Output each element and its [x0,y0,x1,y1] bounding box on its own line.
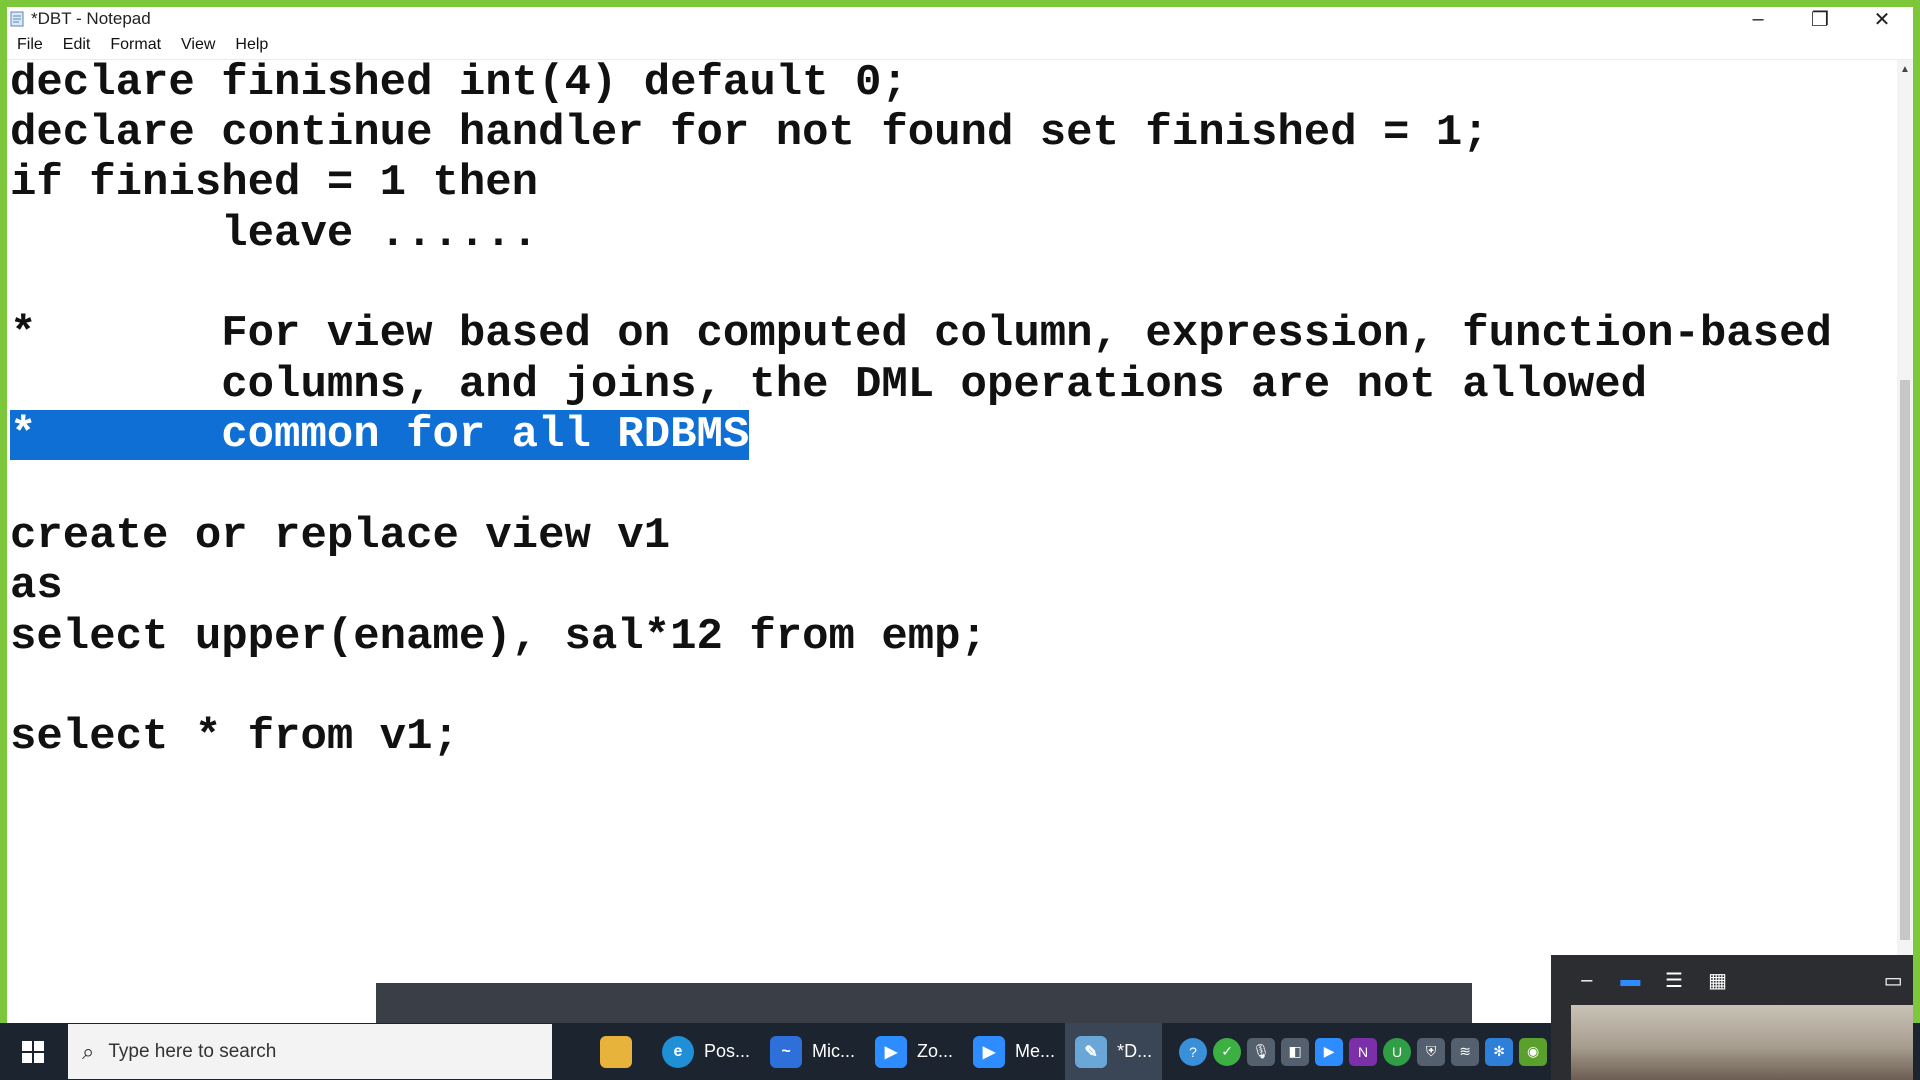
folder-icon [600,1035,632,1068]
editor-line: * For view based on computed column, exp… [10,309,1832,359]
text-editor[interactable]: declare finished int(4) default 0; decla… [7,60,1897,985]
speaker-view-icon[interactable]: ▬ [1611,960,1651,1000]
editor-line: select upper(ename), sal*12 from emp; [10,612,987,662]
start-button[interactable] [0,1023,66,1080]
zoom-tray-icon[interactable]: ▶ [1315,1037,1344,1066]
taskbar-app-zoom-meeting[interactable]: ▶ Me... [963,1023,1065,1080]
search-icon: ⌕ [82,1038,95,1064]
taskbar-app-label: *D... [1117,1041,1153,1061]
taskbar-app-notepad[interactable]: ✎ *D... [1065,1023,1163,1080]
notepad-icon: ✎ [1075,1035,1108,1068]
tag-icon[interactable]: ◧ [1281,1037,1310,1066]
onenote-icon[interactable]: N [1349,1037,1378,1066]
wifi-icon[interactable]: ≋ [1451,1037,1480,1066]
taskbar-file-explorer[interactable] [590,1023,652,1080]
notepad-icon [10,11,24,27]
taskbar-search[interactable]: ⌕ Type here to search [68,1024,552,1079]
video-panel: – ▬ ☰ ▦ ▭ [1551,955,1913,1080]
taskbar-app-label: Me... [1015,1041,1056,1061]
mic-icon[interactable]: 🎙 [1247,1037,1276,1066]
overlay-band [376,983,1472,1023]
taskbar-app-zoom[interactable]: ▶ Zo... [865,1023,963,1080]
snowflake-icon[interactable]: ✻ [1485,1037,1514,1066]
close-button[interactable]: ✕ [1851,7,1913,31]
help-icon[interactable]: ? [1179,1037,1208,1066]
minimize-button[interactable]: – [1727,7,1789,31]
gallery-view-icon[interactable]: ▦ [1698,960,1738,1000]
edge-icon: e [662,1035,694,1068]
search-placeholder: Type here to search [108,1040,277,1062]
strip-view-icon[interactable]: ☰ [1654,960,1694,1000]
menu-file[interactable]: File [7,31,53,59]
minimize-icon[interactable]: – [1567,960,1607,1000]
window-title: *DBT - Notepad [31,9,151,28]
video-feed[interactable] [1571,1005,1913,1080]
shield-icon[interactable]: ⛨ [1417,1037,1446,1066]
check-icon[interactable]: ✓ [1213,1037,1242,1066]
menu-view[interactable]: View [171,31,225,59]
taskbar-app-label: Zo... [917,1041,954,1061]
menu-format[interactable]: Format [100,31,171,59]
taskbar-app-label: Mic... [812,1041,856,1061]
menu-edit[interactable]: Edit [53,31,101,59]
title-bar[interactable]: *DBT - Notepad – ❐ ✕ [7,7,1913,31]
selected-line: * common for all RDBMS [10,410,750,460]
editor-line: as [10,561,63,611]
editor-line: declare finished int(4) default 0; [10,60,908,108]
editor-line: declare continue handler for not found s… [10,108,1489,158]
scrollbar-thumb[interactable] [1900,380,1910,940]
editor-line: if finished = 1 then [10,158,539,208]
nvidia-icon[interactable]: ◉ [1519,1037,1548,1066]
vertical-scrollbar[interactable]: ▲ [1897,60,1913,985]
zoom-icon: ▶ [875,1035,908,1068]
editor-line: select * from v1; [10,712,459,762]
taskbar-app-whiteboard[interactable]: ~ Mic... [760,1023,865,1080]
editor-line: create or replace view v1 [10,511,671,561]
taskbar-app-label: Pos... [704,1041,751,1061]
menu-help[interactable]: Help [225,31,278,59]
taskbar-app-edge[interactable]: e Pos... [652,1023,760,1080]
zoom-meeting-icon: ▶ [973,1035,1006,1068]
scroll-up-icon[interactable]: ▲ [1897,64,1913,75]
editor-line: columns, and joins, the DML operations a… [10,360,1648,410]
system-tray: ? ✓ 🎙 ◧ ▶ N U ⛨ ≋ ✻ ◉ ▢ [1176,1037,1584,1066]
whiteboard-icon: ~ [770,1035,803,1068]
fullscreen-icon[interactable]: ▭ [1873,960,1913,1000]
windows-icon [22,1040,44,1063]
upwork-icon[interactable]: U [1383,1037,1412,1066]
editor-line: leave ...... [10,209,539,259]
menu-bar: File Edit Format View Help [7,31,1913,60]
restore-button[interactable]: ❐ [1789,7,1851,31]
